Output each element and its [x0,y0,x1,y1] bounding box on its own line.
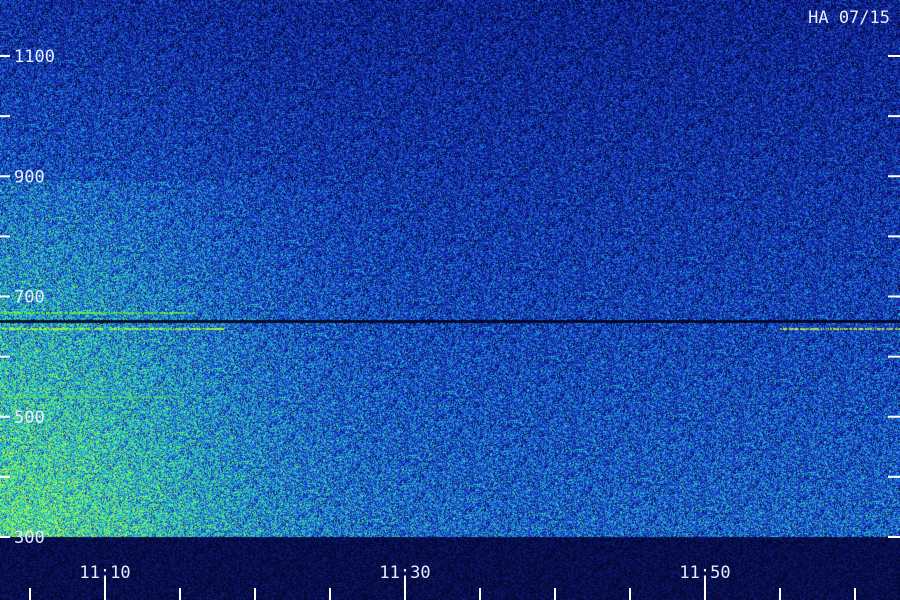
y-axis: 1100 900 700 500 300 [0,47,900,548]
y-tick-label: 500 [14,408,45,428]
x-tick-label: 11:10 [79,563,130,583]
y-tick-label: 700 [14,288,45,308]
y-tick-label: 900 [14,167,45,187]
chart-title: HA 07/15 [808,8,890,28]
y-tick-label: 300 [14,528,45,548]
y-tick-label: 1100 [14,47,55,67]
x-tick-label: 11:50 [679,563,730,583]
x-axis: 11:10 11:30 11:50 [29,563,856,600]
x-tick-label: 11:30 [379,563,430,583]
axes-overlay: 1100 900 700 500 300 11:10 11:30 11:50 HA 07/1… [0,8,900,600]
spectrogram-display: 1100 900 700 500 300 11:10 11:30 11:50 HA 07/1… [0,0,900,600]
